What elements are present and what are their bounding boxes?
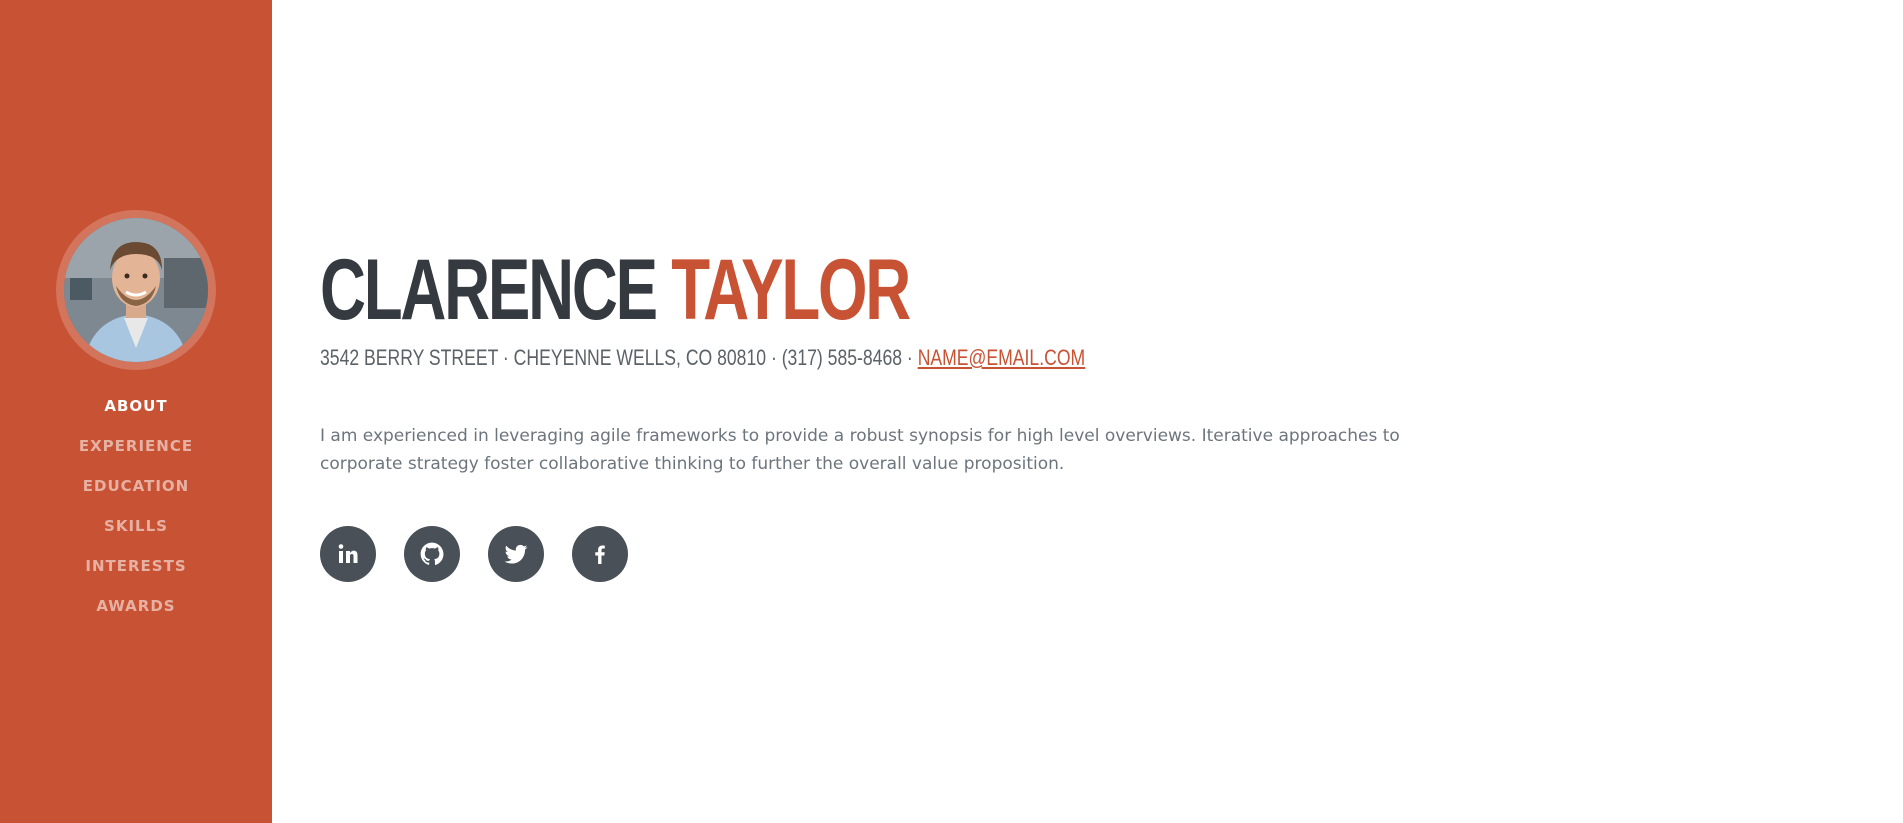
avatar-image bbox=[64, 218, 208, 362]
address-text: 3542 BERRY STREET · CHEYENNE WELLS, CO 8… bbox=[320, 345, 918, 370]
github-icon bbox=[420, 542, 444, 565]
nav-item-experience: EXPERIENCE bbox=[0, 426, 272, 466]
nav-link-about[interactable]: ABOUT bbox=[104, 397, 167, 415]
nav-link-awards[interactable]: AWARDS bbox=[96, 597, 175, 615]
first-name: CLARENCE bbox=[320, 242, 658, 338]
twitter-button[interactable] bbox=[488, 526, 544, 582]
bio-paragraph: I am experienced in leveraging agile fra… bbox=[320, 426, 1400, 474]
facebook-button[interactable] bbox=[572, 526, 628, 582]
nav-item-about: ABOUT bbox=[0, 386, 272, 426]
nav-link-experience[interactable]: EXPERIENCE bbox=[79, 437, 193, 455]
social-icons bbox=[320, 526, 656, 582]
contact-line: 3542 BERRY STREET · CHEYENNE WELLS, CO 8… bbox=[320, 344, 1085, 372]
nav-item-awards: AWARDS bbox=[0, 586, 272, 626]
avatar bbox=[64, 218, 208, 362]
sidebar: ABOUT EXPERIENCE EDUCATION SKILLS INTERE… bbox=[0, 0, 272, 823]
nav-link-interests[interactable]: INTERESTS bbox=[85, 557, 186, 575]
nav-link-education[interactable]: EDUCATION bbox=[83, 477, 189, 495]
sidebar-nav: ABOUT EXPERIENCE EDUCATION SKILLS INTERE… bbox=[0, 386, 272, 626]
github-button[interactable] bbox=[404, 526, 460, 582]
twitter-icon bbox=[504, 544, 528, 564]
last-name: TAYLOR bbox=[671, 242, 911, 338]
linkedin-button[interactable] bbox=[320, 526, 376, 582]
nav-item-interests: INTERESTS bbox=[0, 546, 272, 586]
linkedin-icon bbox=[338, 544, 358, 563]
facebook-icon bbox=[595, 545, 605, 564]
nav-link-skills[interactable]: SKILLS bbox=[104, 517, 168, 535]
avatar-frame bbox=[56, 210, 216, 370]
page-title: CLARENCE TAYLOR bbox=[320, 240, 911, 340]
nav-item-education: EDUCATION bbox=[0, 466, 272, 506]
email-link[interactable]: NAME@EMAIL.COM bbox=[918, 345, 1085, 370]
nav-item-skills: SKILLS bbox=[0, 506, 272, 546]
